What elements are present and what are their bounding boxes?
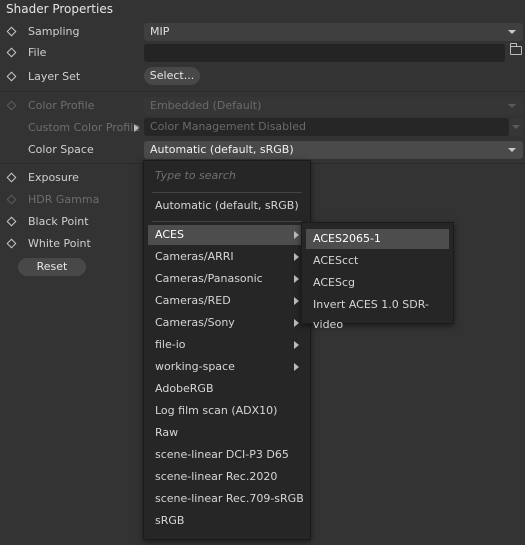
menu-item-adobergb[interactable]: AdobeRGB <box>148 379 306 399</box>
white-point-label: White Point <box>28 237 91 250</box>
file-keyframe-icon[interactable] <box>6 47 17 58</box>
menu-divider <box>152 221 302 222</box>
submenu-item-aces2065-1[interactable]: ACES2065-1 <box>306 229 449 249</box>
menu-item-label: Cameras/Panasonic <box>155 272 263 285</box>
chevron-right-icon <box>294 363 299 371</box>
menu-item-label: Log film scan (ADX10) <box>155 404 278 417</box>
color-profile-label: Color Profile <box>28 99 95 112</box>
color-space-value: Automatic (default, sRGB) <box>150 143 294 156</box>
custom-color-profile-dropdown <box>509 118 523 136</box>
menu-divider <box>152 192 302 193</box>
color-profile-value: Embedded (Default) <box>150 99 262 112</box>
layer-set-select-button[interactable]: Select... <box>144 67 200 85</box>
submenu-item-acescct[interactable]: ACEScct <box>306 251 449 271</box>
color-space-label: Color Space <box>28 143 94 156</box>
color-space-dropdown[interactable]: Automatic (default, sRGB) <box>144 141 523 159</box>
menu-item-label: scene-linear Rec.2020 <box>155 470 278 483</box>
menu-item-aces[interactable]: ACES <box>148 225 306 245</box>
color-profile-keyframe-icon <box>6 100 17 111</box>
menu-item-label: sRGB <box>155 514 185 527</box>
chevron-down-icon <box>508 104 516 108</box>
chevron-right-icon <box>294 275 299 283</box>
menu-search-input[interactable]: Type to search <box>155 169 236 182</box>
chevron-right-icon <box>294 341 299 349</box>
chevron-down-icon <box>512 125 520 129</box>
menu-item-label: AdobeRGB <box>155 382 214 395</box>
menu-item-automatic[interactable]: Automatic (default, sRGB) <box>148 196 306 216</box>
exposure-keyframe-icon[interactable] <box>6 172 17 183</box>
aces-submenu: ACES2065-1 ACEScct ACEScg Invert ACES 1.0 S… <box>301 222 454 331</box>
color-space-menu: Type to search Automatic (default, sRGB)… <box>143 160 311 540</box>
chevron-right-icon <box>294 297 299 305</box>
custom-color-profile-label: Custom Color Profile <box>28 121 141 134</box>
chevron-right-icon <box>294 253 299 261</box>
hdr-gamma-keyframe-icon <box>6 194 17 205</box>
menu-item-label: Cameras/ARRI <box>155 250 234 263</box>
menu-item-scene-linear-rec-2020[interactable]: scene-linear Rec.2020 <box>148 467 306 487</box>
menu-item-label: working-space <box>155 360 235 373</box>
sampling-value: MIP <box>150 25 170 38</box>
menu-item-scene-linear-rec-709-srgb[interactable]: scene-linear Rec.709-sRGB <box>148 489 306 509</box>
black-point-keyframe-icon[interactable] <box>6 216 17 227</box>
file-path-input[interactable] <box>144 44 505 62</box>
menu-item-working-space[interactable]: working-space <box>148 357 306 377</box>
menu-item-cameras-panasonic[interactable]: Cameras/Panasonic <box>148 269 306 289</box>
white-point-keyframe-icon[interactable] <box>6 238 17 249</box>
divider <box>0 91 525 92</box>
menu-item-label: Raw <box>155 426 179 439</box>
menu-item-cameras-sony[interactable]: Cameras/Sony <box>148 313 306 333</box>
menu-item-label: Cameras/RED <box>155 294 231 307</box>
menu-item-label: scene-linear DCI-P3 D65 <box>155 448 289 461</box>
sampling-keyframe-icon[interactable] <box>6 26 17 37</box>
layer-set-label: Layer Set <box>28 70 81 83</box>
menu-item-cameras-arri[interactable]: Cameras/ARRI <box>148 247 306 267</box>
custom-color-profile-field: Color Management Disabled <box>144 118 509 136</box>
chevron-right-icon <box>294 319 299 327</box>
panel-title: Shader Properties <box>6 2 113 16</box>
menu-item-cameras-red[interactable]: Cameras/RED <box>148 291 306 311</box>
expand-arrow-icon[interactable] <box>134 124 139 132</box>
menu-item-label: Cameras/Sony <box>155 316 235 329</box>
sampling-dropdown[interactable]: MIP <box>144 23 523 41</box>
menu-item-raw[interactable]: Raw <box>148 423 306 443</box>
menu-item-label: scene-linear Rec.709-sRGB <box>155 492 304 505</box>
layer-set-keyframe-icon[interactable] <box>6 71 17 82</box>
chevron-right-icon <box>294 231 299 239</box>
menu-item-srgb[interactable]: sRGB <box>148 511 306 531</box>
folder-icon[interactable] <box>510 43 522 55</box>
submenu-item-invert-aces-1-0-sdr-video[interactable]: Invert ACES 1.0 SDR-video <box>306 295 449 331</box>
reset-button[interactable]: Reset <box>18 258 86 276</box>
menu-item-label: ACES <box>155 228 184 241</box>
menu-item-scene-linear-dci-p3-d65[interactable]: scene-linear DCI-P3 D65 <box>148 445 306 465</box>
menu-item-log-film-scan-adx10[interactable]: Log film scan (ADX10) <box>148 401 306 421</box>
menu-item-label: file-io <box>155 338 186 351</box>
chevron-down-icon <box>508 148 516 152</box>
sampling-label: Sampling <box>28 25 80 38</box>
chevron-down-icon <box>508 30 516 34</box>
hdr-gamma-label: HDR Gamma <box>28 193 100 206</box>
black-point-label: Black Point <box>28 215 89 228</box>
menu-item-file-io[interactable]: file-io <box>148 335 306 355</box>
exposure-label: Exposure <box>28 171 79 184</box>
color-profile-dropdown: Embedded (Default) <box>144 97 523 115</box>
submenu-item-acescg[interactable]: ACEScg <box>306 273 449 293</box>
file-label: File <box>28 46 47 59</box>
